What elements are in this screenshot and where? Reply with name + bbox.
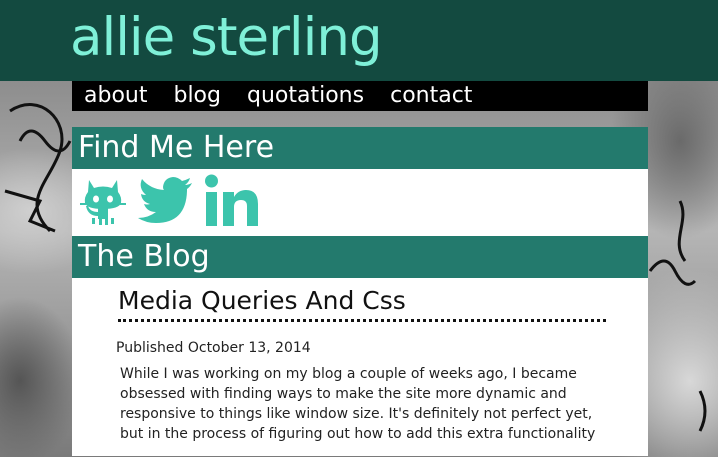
- blog-heading: The Blog: [72, 236, 648, 278]
- twitter-icon[interactable]: [138, 176, 194, 229]
- github-icon[interactable]: [78, 176, 128, 230]
- site-header: allie sterling: [0, 0, 718, 81]
- find-me-heading: Find Me Here: [72, 127, 648, 169]
- post-excerpt: While I was working on my blog a couple …: [120, 366, 596, 442]
- nav-blog[interactable]: blog: [173, 81, 221, 111]
- blog-post: Media Queries And Css Published October …: [72, 278, 648, 456]
- linkedin-icon[interactable]: [204, 174, 260, 232]
- nav-about[interactable]: about: [84, 81, 147, 111]
- site-title[interactable]: allie sterling: [70, 2, 383, 74]
- find-me-section: Find Me Here The Blog Media Queries And …: [72, 127, 648, 456]
- post-date: Published October 13, 2014: [116, 340, 311, 356]
- post-title[interactable]: Media Queries And Css: [118, 286, 606, 322]
- main-nav: about blog quotations contact: [72, 81, 648, 111]
- nav-contact[interactable]: contact: [390, 81, 472, 111]
- social-links: [72, 169, 648, 236]
- nav-quotations[interactable]: quotations: [247, 81, 364, 111]
